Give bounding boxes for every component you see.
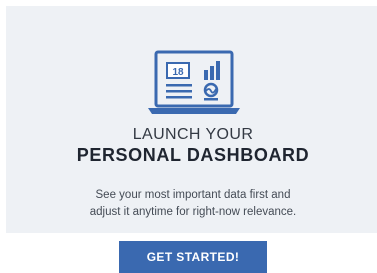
get-started-button[interactable]: GET STARTED! <box>119 241 267 273</box>
laptop-dashboard-icon: 18 <box>146 50 242 118</box>
description: See your most important data first and a… <box>46 187 340 221</box>
calendar-date: 18 <box>172 67 184 78</box>
onboarding-card: 18 LAUNCH YOUR PERSONAL DASHBOARD See yo… <box>6 6 377 233</box>
headline-line-1: LAUNCH YOUR <box>132 126 254 143</box>
description-line-2: adjust it anytime for right-now relevanc… <box>89 206 297 218</box>
description-line-1: See your most important data first and <box>95 189 291 201</box>
headline-line-2: PERSONAL DASHBOARD <box>76 145 310 165</box>
